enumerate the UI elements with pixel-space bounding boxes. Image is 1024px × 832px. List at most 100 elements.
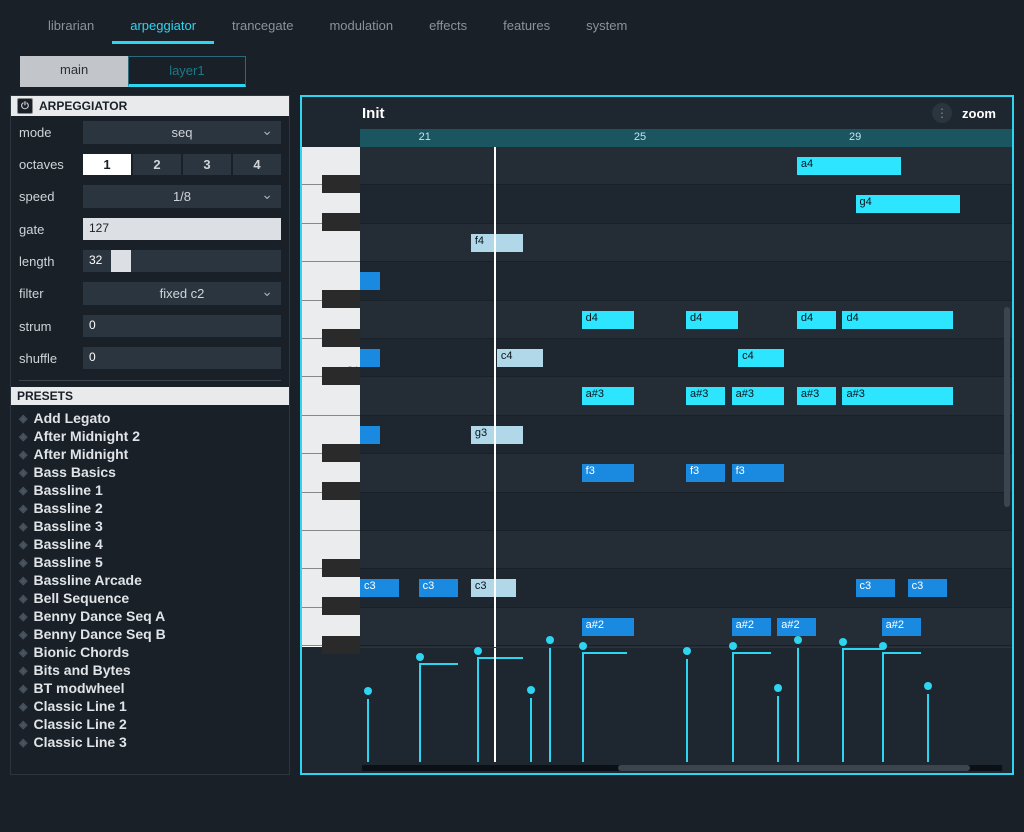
velocity-head[interactable] xyxy=(879,642,887,650)
note[interactable]: f3 xyxy=(686,464,725,482)
note[interactable]: g3 xyxy=(471,426,523,444)
note[interactable]: a#2 xyxy=(882,618,921,636)
velocity-head[interactable] xyxy=(683,647,691,655)
preset-item[interactable]: ◈Bassline 4 xyxy=(19,535,281,553)
octave-button-2[interactable]: 2 xyxy=(133,154,181,175)
velocity-head[interactable] xyxy=(729,642,737,650)
velocity-lane[interactable] xyxy=(360,647,1012,762)
note[interactable]: c3 xyxy=(908,579,947,597)
preset-item[interactable]: ◈After Midnight 2 xyxy=(19,427,281,445)
preset-item[interactable]: ◈Bass Basics xyxy=(19,463,281,481)
playhead[interactable] xyxy=(494,147,496,647)
note[interactable]: a#3 xyxy=(582,387,634,405)
note[interactable]: d4 xyxy=(842,311,953,329)
preset-item[interactable]: ◈Bassline 2 xyxy=(19,499,281,517)
strum-slider[interactable]: 0 xyxy=(83,315,281,337)
mode-dropdown[interactable]: seq xyxy=(83,121,281,144)
preset-item[interactable]: ◈Classic Line 1 xyxy=(19,697,281,715)
preset-item[interactable]: ◈Bassline Arcade xyxy=(19,571,281,589)
timeline[interactable]: 212529 xyxy=(360,129,1012,147)
preset-item[interactable]: ◈BT modwheel xyxy=(19,679,281,697)
note[interactable]: c3 xyxy=(360,579,399,597)
preset-item[interactable]: ◈Add Legato xyxy=(19,409,281,427)
shuffle-slider[interactable]: 0 xyxy=(83,347,281,369)
note[interactable] xyxy=(360,426,380,444)
top-tab-features[interactable]: features xyxy=(485,10,568,44)
velocity-stem[interactable] xyxy=(882,654,884,762)
power-icon[interactable]: ⏻ xyxy=(17,98,33,114)
velocity-stem[interactable] xyxy=(419,665,421,762)
note[interactable]: a#2 xyxy=(777,618,816,636)
velocity-head[interactable] xyxy=(546,636,554,644)
top-tab-modulation[interactable]: modulation xyxy=(311,10,411,44)
preset-item[interactable]: ◈Bassline 5 xyxy=(19,553,281,571)
note[interactable]: a#2 xyxy=(732,618,771,636)
velocity-stem[interactable] xyxy=(549,648,551,762)
velocity-head[interactable] xyxy=(416,653,424,661)
note[interactable]: a#3 xyxy=(732,387,784,405)
preset-item[interactable]: ◈Benny Dance Seq B xyxy=(19,625,281,643)
top-tab-trancegate[interactable]: trancegate xyxy=(214,10,311,44)
note[interactable]: d4 xyxy=(797,311,836,329)
note[interactable]: f3 xyxy=(582,464,634,482)
note[interactable]: a#3 xyxy=(797,387,836,405)
velocity-head[interactable] xyxy=(794,636,802,644)
velocity-stem[interactable] xyxy=(582,654,584,762)
velocity-head[interactable] xyxy=(579,642,587,650)
octave-button-1[interactable]: 1 xyxy=(83,154,131,175)
preset-item[interactable]: ◈Bell Sequence xyxy=(19,589,281,607)
piano-keys[interactable]: C4C3 xyxy=(302,147,360,647)
preset-item[interactable]: ◈Bionic Chords xyxy=(19,643,281,661)
scrollbar-horizontal[interactable] xyxy=(362,765,1002,771)
top-tab-arpeggiator[interactable]: arpeggiator xyxy=(112,10,214,44)
note[interactable]: c3 xyxy=(856,579,895,597)
velocity-stem[interactable] xyxy=(530,698,532,762)
note[interactable]: a#3 xyxy=(842,387,953,405)
top-tab-system[interactable]: system xyxy=(568,10,645,44)
note[interactable]: c4 xyxy=(738,349,784,367)
top-tab-effects[interactable]: effects xyxy=(411,10,485,44)
note[interactable]: c4 xyxy=(497,349,543,367)
note[interactable] xyxy=(360,349,380,367)
velocity-stem[interactable] xyxy=(686,659,688,762)
velocity-head[interactable] xyxy=(364,687,372,695)
length-slider[interactable]: 32 xyxy=(83,250,281,272)
preset-item[interactable]: ◈Bassline 3 xyxy=(19,517,281,535)
velocity-stem[interactable] xyxy=(477,659,479,762)
top-tab-librarian[interactable]: librarian xyxy=(30,10,112,44)
sub-tab-layer1[interactable]: layer1 xyxy=(128,56,245,87)
sub-tab-main[interactable]: main xyxy=(20,56,128,87)
note[interactable]: a#3 xyxy=(686,387,725,405)
velocity-stem[interactable] xyxy=(842,650,844,762)
note[interactable]: f4 xyxy=(471,234,523,252)
note[interactable]: g4 xyxy=(856,195,960,213)
velocity-head[interactable] xyxy=(839,638,847,646)
preset-item[interactable]: ◈Bassline 1 xyxy=(19,481,281,499)
note[interactable] xyxy=(360,272,380,290)
velocity-stem[interactable] xyxy=(927,694,929,762)
preset-item[interactable]: ◈Benny Dance Seq A xyxy=(19,607,281,625)
zoom-button[interactable]: zoom xyxy=(962,106,996,121)
preset-item[interactable]: ◈Classic Line 2 xyxy=(19,715,281,733)
filter-dropdown[interactable]: fixed c2 xyxy=(83,282,281,305)
preset-item[interactable]: ◈Classic Line 3 xyxy=(19,733,281,751)
velocity-stem[interactable] xyxy=(732,654,734,762)
seq-menu-icon[interactable]: ⋮ xyxy=(932,103,952,123)
note[interactable]: a#2 xyxy=(582,618,634,636)
note[interactable]: a4 xyxy=(797,157,901,175)
octave-button-4[interactable]: 4 xyxy=(233,154,281,175)
velocity-head[interactable] xyxy=(474,647,482,655)
note-grid[interactable]: a4g4f4d4d4d4d4c4c4a#3a#3a#3a#3a#3g3f3f3f… xyxy=(360,147,1012,647)
velocity-stem[interactable] xyxy=(797,648,799,762)
velocity-head[interactable] xyxy=(924,682,932,690)
note[interactable]: c3 xyxy=(419,579,458,597)
velocity-head[interactable] xyxy=(527,686,535,694)
velocity-head[interactable] xyxy=(774,684,782,692)
velocity-stem[interactable] xyxy=(777,696,779,762)
scrollbar-vertical[interactable] xyxy=(1004,137,1010,763)
velocity-stem[interactable] xyxy=(367,699,369,762)
note[interactable]: d4 xyxy=(686,311,738,329)
speed-dropdown[interactable]: 1/8 xyxy=(83,185,281,208)
preset-item[interactable]: ◈Bits and Bytes xyxy=(19,661,281,679)
note[interactable]: f3 xyxy=(732,464,784,482)
